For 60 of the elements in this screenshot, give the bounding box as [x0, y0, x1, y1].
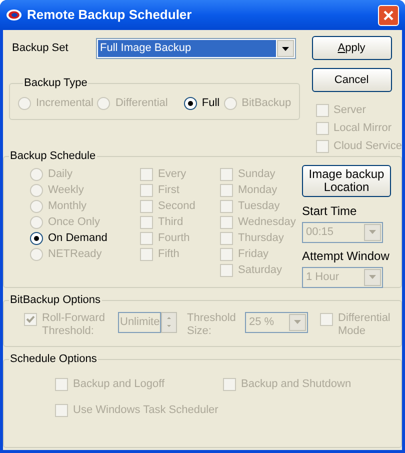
- check-icon: [26, 315, 35, 324]
- combo-value: 25 %: [248, 314, 276, 330]
- radio-label: BitBackup: [242, 96, 292, 112]
- caret-icon: [294, 320, 301, 324]
- checkbox-label: Second: [158, 199, 196, 214]
- group-title: Backup Schedule: [9, 149, 97, 164]
- checkbox-label: Fourth: [158, 231, 190, 246]
- roll-forward-label: Roll-Forward Threshold:: [42, 312, 106, 338]
- radio-label: Weekly: [48, 183, 84, 198]
- dialog-button[interactable]: Cancel: [312, 68, 392, 92]
- checkbox-label: Fifth: [158, 247, 180, 262]
- combo-value: 1 Hour: [305, 270, 340, 285]
- caret-icon: [369, 275, 376, 279]
- checkbox-label: Thursday: [238, 231, 284, 246]
- checkbox-label: Wednesday: [238, 215, 296, 230]
- radio-label: Daily: [48, 167, 72, 182]
- start-time-label: Start Time: [302, 202, 358, 220]
- checkbox-label: Server: [334, 102, 366, 118]
- radio-label: NETReady: [48, 247, 102, 262]
- dropdown-button[interactable]: [277, 40, 294, 57]
- backup-set-dropdown[interactable]: Full Image Backup: [96, 38, 296, 59]
- radio-label: Incremental: [36, 96, 94, 112]
- checkbox-label: Local Mirror: [334, 120, 392, 136]
- checkbox-label: Tuesday: [238, 199, 280, 214]
- radio-label: Full: [202, 96, 220, 112]
- combo-value: Full Image Backup: [98, 40, 276, 57]
- radio-button[interactable]: [30, 232, 43, 245]
- window-title: Remote Backup Scheduler: [27, 6, 192, 24]
- checkbox-label: First: [158, 183, 180, 198]
- differential-mode-label: Differential Mode: [338, 312, 392, 338]
- group-title: Schedule Options: [9, 352, 98, 367]
- group-title: Backup Type: [23, 76, 88, 91]
- close-button[interactable]: [378, 4, 399, 26]
- radio-button[interactable]: [184, 97, 197, 110]
- checkbox-label: Saturday: [238, 263, 282, 278]
- image-backup-location-button[interactable]: Image backup Location: [302, 164, 391, 196]
- close-icon: [383, 10, 394, 20]
- radio-label: Once Only: [48, 215, 100, 230]
- checkbox-label: Cloud Service: [334, 138, 402, 154]
- checkbox-label: Third: [158, 215, 184, 230]
- radio-label: Differential: [115, 96, 168, 112]
- backup-set-label: Backup Set: [11, 41, 70, 56]
- checkbox-label: Every: [158, 167, 186, 182]
- checkbox-label: Friday: [238, 247, 269, 262]
- radio-label: On Demand: [48, 231, 108, 246]
- combo-value: 00:15: [305, 224, 335, 240]
- attempt-window-label: Attempt Window: [302, 248, 390, 264]
- checkbox-label: Backup and Logoff: [73, 377, 165, 392]
- threshold-size-label: Threshold Size:: [187, 312, 237, 338]
- checkbox-label: Monday: [238, 183, 278, 198]
- checkbox-label: Sunday: [238, 167, 276, 182]
- caret-icon: [282, 46, 289, 50]
- checkbox-label: Use Windows Task Scheduler: [73, 403, 218, 418]
- spin-buttons[interactable]: [161, 312, 177, 332]
- checkbox-label: Backup and Shutdown: [241, 377, 352, 392]
- app-logo-icon: [6, 9, 22, 21]
- radio-label: Monthly: [48, 199, 87, 214]
- group-title: BitBackup Options: [9, 293, 102, 308]
- caret-icon: [369, 230, 376, 234]
- dialog-button[interactable]: Apply: [312, 36, 392, 60]
